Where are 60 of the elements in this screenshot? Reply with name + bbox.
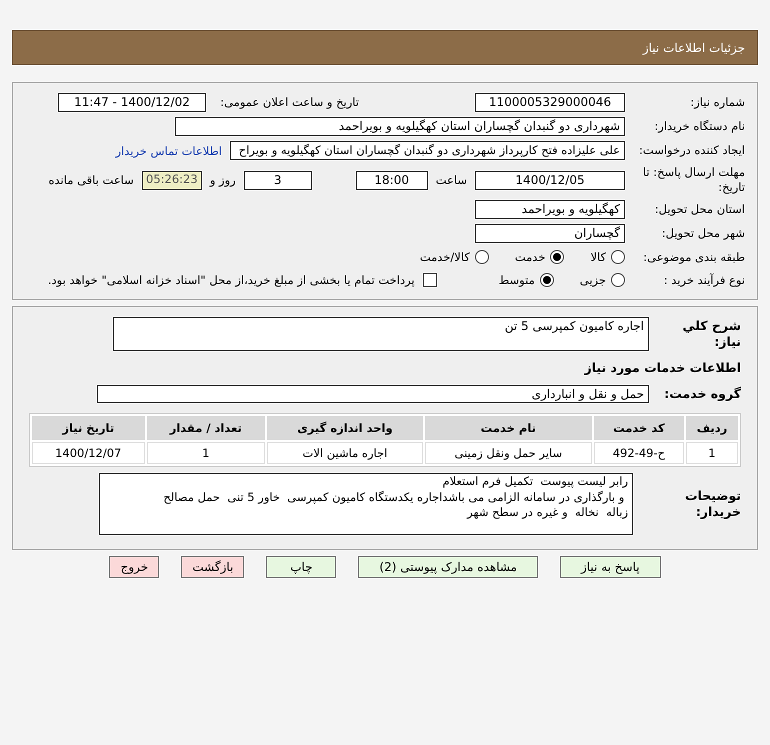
radio-button[interactable]	[474, 250, 489, 264]
field-label: شماره نیاز:	[689, 95, 745, 110]
section-title: اطلاعات خدمات مورد نیاز	[583, 360, 741, 376]
radio-label: جزیی	[580, 273, 606, 287]
time-label: ساعت	[436, 173, 467, 187]
checkbox[interactable]	[422, 273, 437, 287]
radio-label: متوسط	[498, 273, 535, 287]
table-cell: ح-49-492	[594, 442, 684, 464]
checkbox-label: پرداخت تمام یا بخشی از مبلغ خرید،از محل "اسناد خزانه اسلامی" خواهد بود.	[48, 273, 415, 287]
field-label: مهلت ارسال پاسخ: تا تاریخ:	[642, 165, 745, 195]
radio-button[interactable]	[611, 250, 625, 264]
field-label: گروه خدمت:	[663, 386, 741, 402]
column-header: واحد اندازه گیری	[267, 416, 423, 440]
field-label: ایجاد کننده درخواست:	[638, 143, 745, 158]
table-cell: سایر حمل ونقل زمینی	[424, 442, 592, 464]
table-cell: 1	[146, 442, 266, 464]
radio-label: کالا/خدمت	[420, 250, 470, 264]
radio-label: کالا	[590, 250, 606, 264]
field-label: توضیحات خریدار:	[684, 488, 741, 520]
radio-label: خدمت	[514, 250, 546, 264]
column-header: تعداد / مقدار	[146, 416, 266, 440]
field-label: تاریخ و ساعت اعلان عمومی:	[219, 95, 359, 110]
deadline-time-field: 18:00	[356, 170, 428, 190]
field-label: شرح کلي نياز:	[682, 318, 741, 350]
announce-date-field: 1400/12/02 - 11:47	[58, 93, 206, 112]
requester-field: علی علیزاده فتح کارپرداز شهرداری دو گنبدان گچساران استان کهگیلویه و بویراح	[230, 141, 625, 160]
deadline-date-field: 1400/12/05	[475, 170, 625, 190]
action-button[interactable]: پاسخ به نیاز	[560, 556, 661, 578]
province-field: کهگیلویه و بویراحمد	[475, 200, 625, 219]
summary-field: اجاره کامیون کمپرسی 5 تن	[113, 317, 649, 351]
table-cell: اجاره ماشین الات	[267, 442, 423, 464]
field-label: نام دستگاه خریدار:	[653, 119, 745, 134]
buyer-org-field: شهرداری دو گنبدان گچساران استان کهگیلویه و بویراحمد	[175, 117, 625, 136]
radio-button[interactable]	[611, 273, 625, 287]
need-number-field: 1100005329000046	[475, 93, 625, 112]
radio-button[interactable]	[540, 273, 554, 287]
city-field: گچساران	[475, 224, 625, 243]
service-group-field: حمل و نقل و انبارداری	[97, 385, 649, 403]
buyer-contact-link[interactable]: اطلاعات تماس خریدار	[115, 144, 222, 158]
field-label: نوع فرآیند خرید :	[662, 272, 745, 288]
column-header: ردیف	[686, 416, 738, 440]
table-cell: 1400/12/07	[32, 442, 144, 464]
days-label: روز و	[210, 173, 236, 187]
table-cell: 1	[686, 442, 738, 464]
field-label: استان محل تحویل:	[654, 202, 745, 217]
days-field: 3	[244, 170, 312, 190]
remaining-label: ساعت باقی مانده	[48, 173, 134, 187]
action-button[interactable]: خروج	[109, 556, 160, 578]
field-label: شهر محل تحویل:	[660, 226, 745, 241]
remaining-time-field: 05:26:23	[142, 170, 202, 190]
action-button[interactable]: مشاهده مدارک پیوستی (2)	[358, 556, 538, 578]
column-header: نام خدمت	[424, 416, 592, 440]
action-button[interactable]: بازگشت	[181, 556, 244, 578]
buyer-notes-field: رابر لیست پیوست تکمیل فرم استعلام و بارگذاری در سامانه الزامی می باشداجاره یکدستگاه کامیون کمپرسی خاور 5 تنی حمل مصالح زباله نخاله و غیره در سطح شهر	[99, 473, 633, 535]
column-header: کد خدمت	[594, 416, 684, 440]
radio-button[interactable]	[550, 250, 564, 264]
page-header: جزئیات اطلاعات نیاز	[12, 30, 758, 65]
action-button[interactable]: چاپ	[266, 556, 336, 578]
field-label: طبقه بندی موضوعی:	[642, 250, 745, 264]
column-header: تاریخ نیاز	[32, 416, 144, 440]
